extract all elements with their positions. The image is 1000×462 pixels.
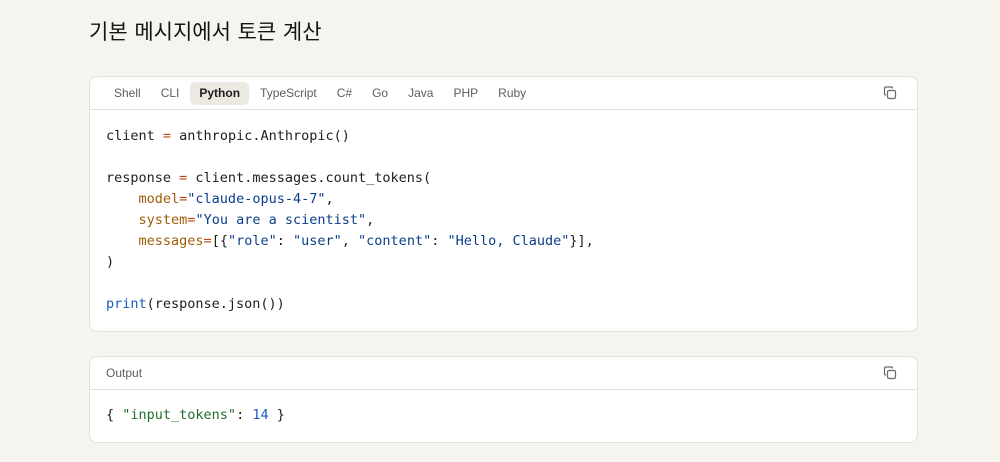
code-token: system (138, 212, 188, 228)
code-token: = (162, 128, 172, 144)
output-token: } (268, 407, 285, 423)
code-token: "user" (293, 233, 342, 249)
code-token: (response.json()) (146, 296, 285, 312)
code-token: response (106, 170, 180, 186)
code-line: model="claude-opus-4-7", (106, 189, 901, 210)
output-token: : (236, 407, 253, 423)
code-token: "claude-opus-4-7" (187, 191, 326, 207)
code-token: [{ (211, 233, 228, 249)
code-token: "role" (227, 233, 277, 249)
code-token: }], (569, 233, 594, 249)
code-token: "content" (358, 233, 432, 249)
code-token: "Hello, Claude" (447, 233, 570, 249)
code-token: print (106, 296, 147, 312)
code-token: , (325, 191, 334, 207)
tab-csharp[interactable]: C# (328, 82, 361, 105)
copy-code-button[interactable] (883, 86, 897, 100)
tab-typescript[interactable]: TypeScript (251, 82, 326, 105)
output-label: Output (106, 366, 143, 380)
tab-shell[interactable]: Shell (105, 82, 150, 105)
code-panel-header: Shell CLI Python TypeScript C# Go Java P… (90, 77, 917, 110)
code-line: print(response.json()) (106, 294, 901, 315)
code-token: , (341, 233, 359, 249)
code-panel: Shell CLI Python TypeScript C# Go Java P… (89, 76, 918, 332)
code-line: system="You are a scientist", (106, 210, 901, 231)
tab-php[interactable]: PHP (444, 82, 487, 105)
page-title: 기본 메시지에서 토큰 계산 (89, 20, 322, 44)
output-token: 14 (252, 407, 269, 423)
code-token: ) (106, 254, 115, 270)
copy-icon (883, 366, 897, 380)
code-token: messages (138, 233, 204, 249)
tab-go[interactable]: Go (363, 82, 397, 105)
code-line: response = client.messages.count_tokens( (106, 168, 901, 189)
tab-ruby[interactable]: Ruby (489, 82, 535, 105)
output-panel-header: Output (90, 357, 917, 390)
code-token: client.messages.count_tokens( (187, 170, 432, 186)
language-tabs: Shell CLI Python TypeScript C# Go Java P… (90, 77, 537, 109)
code-line: ) (106, 252, 901, 273)
output-panel: Output { "input_tokens": 14 } (89, 356, 918, 443)
code-token: : (431, 233, 448, 249)
output-line: { "input_tokens": 14 } (106, 405, 901, 426)
code-token: , (366, 212, 375, 228)
tab-java[interactable]: Java (399, 82, 442, 105)
code-token: model (138, 191, 180, 207)
output-block[interactable]: { "input_tokens": 14 } (90, 390, 917, 426)
code-block[interactable]: client = anthropic.Anthropic() response =… (90, 110, 917, 315)
code-line: client = anthropic.Anthropic() (106, 126, 901, 147)
copy-output-button[interactable] (883, 366, 897, 380)
code-token: client (106, 128, 163, 144)
tab-python[interactable]: Python (190, 81, 250, 105)
output-token: "input_tokens" (122, 407, 237, 423)
output-token: { (106, 407, 123, 423)
code-line: messages=[{"role": "user", "content": "H… (106, 231, 901, 252)
code-token: : (276, 233, 293, 249)
code-token: = (203, 233, 212, 249)
copy-icon (883, 86, 897, 100)
tab-cli[interactable]: CLI (152, 82, 189, 105)
code-token: anthropic.Anthropic() (171, 128, 350, 144)
code-token: "You are a scientist" (195, 212, 367, 228)
